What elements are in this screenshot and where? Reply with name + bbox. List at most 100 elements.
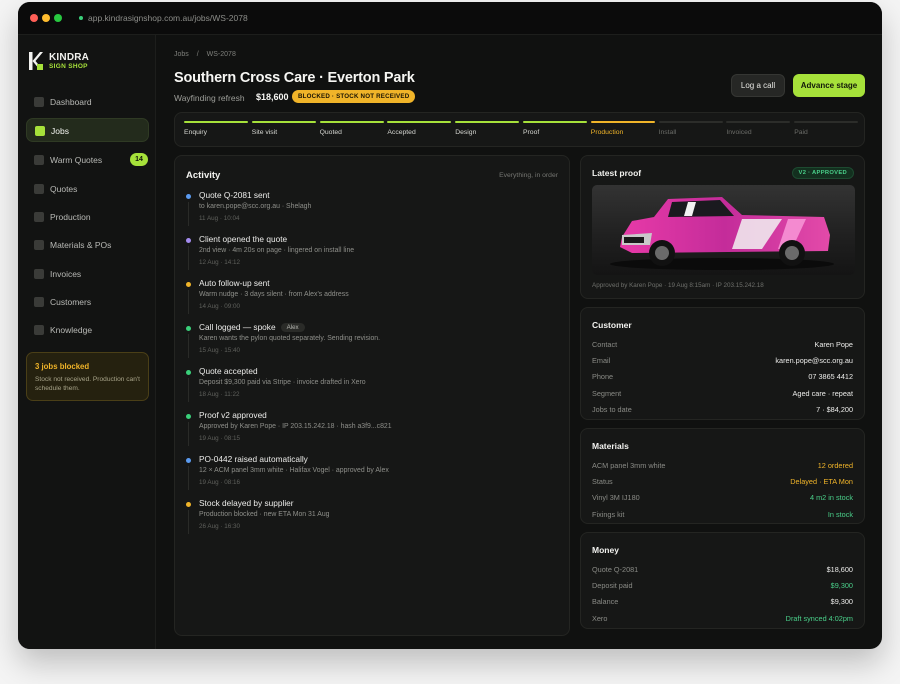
row-value: 7 · $84,200 bbox=[816, 404, 853, 414]
sidebar-item-quotes[interactable]: Quotes bbox=[26, 177, 149, 201]
sidebar-item-materials-pos[interactable]: Materials & POs bbox=[26, 233, 149, 257]
event-dot-icon bbox=[186, 414, 191, 419]
maximize-window-icon[interactable] bbox=[54, 14, 62, 22]
event-title-text: Call logged — spoke bbox=[199, 322, 276, 332]
customer-row: Email karen.pope@scc.org.au bbox=[592, 356, 853, 368]
event-detail: Deposit $9,300 paid via Stripe · invoice… bbox=[199, 379, 366, 386]
browser-titlebar: app.kindrasignshop.com.au/jobs/WS-2078 bbox=[18, 2, 882, 35]
materials-title: Materials bbox=[592, 441, 629, 451]
latest-proof-card: Latest proof V2 · APPROVED Approved by K… bbox=[580, 155, 865, 299]
event-title: Call logged — spoke Alex bbox=[199, 322, 305, 332]
production-icon bbox=[34, 212, 44, 222]
breadcrumb-current: WS-2078 bbox=[206, 51, 236, 58]
customer-row: Contact Karen Pope bbox=[592, 340, 853, 352]
event-title-text: Client opened the quote bbox=[199, 234, 288, 244]
stage-bar bbox=[523, 121, 587, 123]
advance-stage-button[interactable]: Advance stage bbox=[793, 74, 865, 97]
stage-label: Enquiry bbox=[184, 129, 208, 136]
customer-row: Jobs to date 7 · $84,200 bbox=[592, 405, 853, 417]
money-row: Xero Draft synced 4:02pm bbox=[592, 614, 853, 626]
event-detail: Karen wants the pylon quoted separately.… bbox=[199, 335, 381, 342]
close-window-icon[interactable] bbox=[30, 14, 38, 22]
stage-bar bbox=[794, 121, 859, 123]
stage-enquiry: Enquiry bbox=[184, 121, 248, 136]
stage-progress: Enquiry Site visit Quoted Accepted Design Pro… bbox=[174, 112, 865, 147]
wrapped-ute-image bbox=[610, 197, 834, 270]
event-detail: Production blocked · new ETA Mon 31 Aug bbox=[199, 511, 330, 518]
log-call-button[interactable]: Log a call bbox=[731, 74, 785, 97]
page-title: Southern Cross Care · Everton Park bbox=[174, 70, 415, 86]
timeline-line bbox=[188, 246, 189, 270]
sidebar-item-label: Jobs bbox=[51, 126, 69, 136]
minimize-window-icon[interactable] bbox=[42, 14, 50, 22]
stage-label: Accepted bbox=[387, 129, 416, 136]
materials-row: ACM panel 3mm white 12 ordered bbox=[592, 461, 853, 473]
stage-install: Install bbox=[658, 121, 723, 136]
sidebar-item-jobs[interactable]: Jobs bbox=[26, 118, 149, 142]
row-value[interactable]: 07 3865 4412 bbox=[808, 372, 853, 381]
row-label: Vinyl 3M IJ180 bbox=[592, 493, 640, 503]
event-time: 15 Aug · 15:40 bbox=[199, 347, 240, 354]
status-badge: BLOCKED · STOCK NOT RECEIVED bbox=[292, 90, 416, 103]
timeline-line bbox=[188, 510, 189, 534]
sidebar-item-warm-quotes[interactable]: Warm Quotes 14 bbox=[26, 148, 149, 172]
row-value: In stock bbox=[827, 509, 853, 519]
event-title: Quote Q-2081 sent bbox=[199, 190, 270, 200]
stage-label: Quoted bbox=[319, 129, 342, 136]
event-dot-icon bbox=[186, 458, 191, 463]
row-value: Draft synced 4:02pm bbox=[785, 613, 853, 623]
money-row: Deposit paid $9,300 bbox=[592, 581, 853, 593]
row-value: 4 m2 in stock bbox=[810, 493, 853, 503]
proof-image[interactable] bbox=[592, 185, 855, 275]
stage-bar bbox=[590, 121, 655, 123]
row-label: Jobs to date bbox=[592, 404, 632, 414]
event-title: Quote accepted bbox=[199, 366, 258, 376]
activity-filter[interactable]: Everything, in order bbox=[499, 172, 558, 179]
stage-bar bbox=[387, 121, 452, 123]
brand-subtitle: SIGN SHOP bbox=[49, 63, 88, 70]
event-dot-icon bbox=[186, 370, 191, 375]
customer-row: Segment Aged care · repeat bbox=[592, 389, 853, 401]
stage-label: Invoiced bbox=[726, 129, 752, 136]
row-value[interactable]: karen.pope@scc.org.au bbox=[775, 356, 853, 365]
event-detail: 12 × ACM panel 3mm white · Halifax Vogel… bbox=[199, 467, 389, 474]
row-label: Status bbox=[592, 477, 613, 487]
row-value: $9,300 bbox=[830, 581, 853, 591]
row-label: Email bbox=[592, 356, 611, 366]
sidebar-item-customers[interactable]: Customers bbox=[26, 290, 149, 314]
sidebar-item-label: Quotes bbox=[50, 184, 78, 194]
materials-row: Fixings kit In stock bbox=[592, 510, 853, 522]
money-row: Balance $9,300 bbox=[592, 597, 853, 609]
brand-name: KINDRA bbox=[49, 52, 90, 63]
event-title-text: PO-0442 raised automatically bbox=[199, 454, 308, 464]
row-value: $18,600 bbox=[826, 565, 853, 574]
timeline-line bbox=[188, 422, 189, 446]
sidebar-item-dashboard[interactable]: Dashboard bbox=[26, 90, 149, 114]
jobs-icon bbox=[35, 126, 45, 136]
stage-label: Install bbox=[658, 129, 677, 136]
alert-body: Stock not received. Production can't sch… bbox=[35, 376, 140, 392]
row-value: 12 ordered bbox=[817, 461, 853, 470]
event-time: 12 Aug · 14:12 bbox=[199, 259, 240, 266]
stage-invoiced: Invoiced bbox=[726, 121, 791, 136]
sidebar-item-label: Materials & POs bbox=[50, 240, 112, 250]
row-label: Quote Q-2081 bbox=[592, 565, 639, 574]
event-dot-icon bbox=[186, 282, 191, 287]
money-title: Money bbox=[592, 545, 619, 555]
timeline-line bbox=[188, 290, 189, 314]
job-subtitle: Wayfinding refresh bbox=[174, 93, 245, 103]
stage-design: Design bbox=[455, 121, 520, 136]
breadcrumb-separator: / bbox=[196, 51, 199, 58]
sidebar-item-production[interactable]: Production bbox=[26, 205, 149, 229]
sidebar-item-knowledge[interactable]: Knowledge bbox=[26, 318, 149, 342]
event-time: 19 Aug · 08:15 bbox=[199, 435, 240, 442]
row-label: Phone bbox=[592, 372, 614, 382]
blocked-jobs-alert[interactable]: 3 jobs blocked Stock not received. Produ… bbox=[26, 352, 149, 401]
event-time: 26 Aug · 16:30 bbox=[199, 523, 240, 530]
proof-caption: Approved by Karen Pope · 19 Aug 8:15am ·… bbox=[592, 282, 764, 289]
event-title-text: Proof v2 approved bbox=[199, 410, 267, 420]
breadcrumb-jobs[interactable]: Jobs bbox=[174, 51, 189, 58]
event-time: 18 Aug · 11:22 bbox=[199, 391, 240, 398]
sidebar-item-invoices[interactable]: Invoices bbox=[26, 262, 149, 286]
address-bar[interactable]: app.kindrasignshop.com.au/jobs/WS-2078 bbox=[88, 13, 248, 23]
